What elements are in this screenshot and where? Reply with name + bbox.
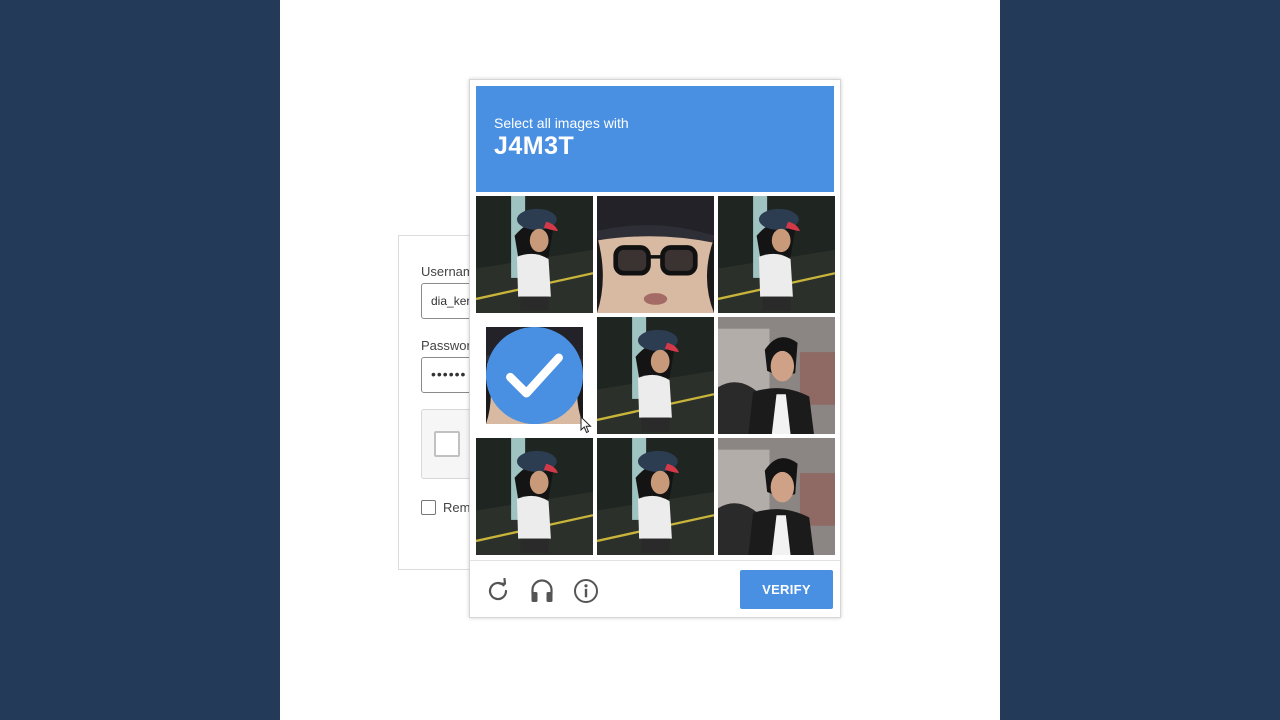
info-icon[interactable] — [573, 578, 599, 604]
image-tile[interactable] — [476, 317, 593, 434]
checkmark-icon — [486, 327, 583, 424]
captcha-checkbox[interactable] — [434, 431, 460, 457]
image-grid — [476, 196, 836, 556]
mouse-cursor-icon — [580, 416, 592, 434]
image-tile[interactable] — [597, 317, 714, 434]
challenge-instruction: Select all images with — [494, 115, 629, 131]
footer-divider — [470, 560, 840, 561]
password-label: Passwor — [421, 338, 471, 353]
remember-me-checkbox[interactable] — [421, 500, 436, 515]
captcha-challenge: Select all images with J4M3T VERIFY — [469, 79, 841, 618]
photo-image — [597, 317, 714, 434]
image-tile[interactable] — [718, 196, 835, 313]
refresh-icon[interactable] — [485, 578, 511, 604]
photo-image — [476, 196, 593, 313]
remember-me-label: Rem — [443, 500, 471, 515]
challenge-target: J4M3T — [494, 132, 575, 160]
image-tile[interactable] — [476, 438, 593, 555]
photo-image — [476, 438, 593, 555]
photo-image — [718, 438, 835, 555]
headphones-icon[interactable] — [529, 578, 555, 604]
verify-button[interactable]: VERIFY — [740, 570, 833, 609]
username-label: Usernam — [421, 264, 474, 279]
photo-image — [718, 196, 835, 313]
image-tile[interactable] — [718, 317, 835, 434]
image-tile[interactable] — [718, 438, 835, 555]
photo-image — [597, 438, 714, 555]
photo-image — [597, 196, 714, 313]
challenge-header: Select all images with J4M3T — [476, 86, 834, 192]
photo-image — [718, 317, 835, 434]
image-tile[interactable] — [476, 196, 593, 313]
image-tile[interactable] — [597, 438, 714, 555]
image-tile[interactable] — [597, 196, 714, 313]
